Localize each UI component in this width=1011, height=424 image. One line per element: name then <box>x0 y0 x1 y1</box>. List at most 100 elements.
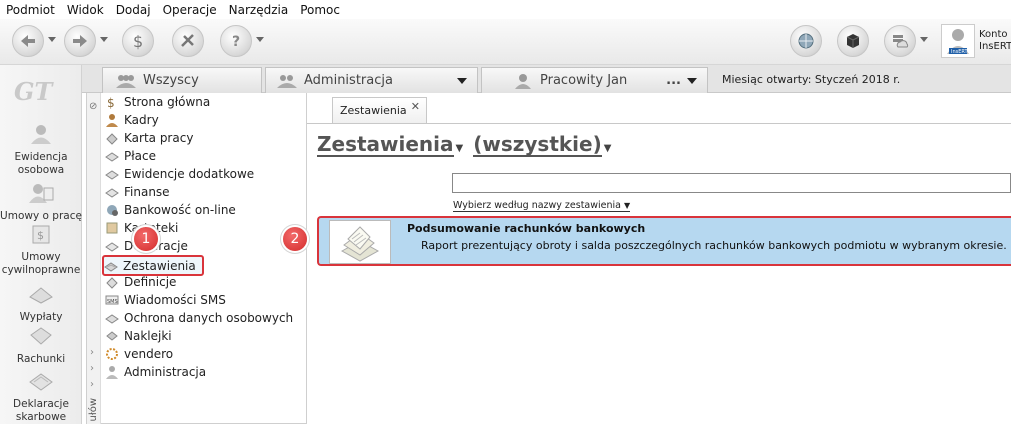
tree-item-finanse[interactable]: Finanse <box>105 183 170 201</box>
content-area: Zestawienia ✕ Zestawienia ▼ (wszystkie) … <box>307 93 1011 424</box>
open-month: Miesiąc otwarty: Styczeń 2018 r. <box>722 73 901 86</box>
menu-pomoc[interactable]: Pomoc <box>294 3 346 17</box>
tree-item-definicje[interactable]: Definicje <box>105 273 176 291</box>
svg-text:$: $ <box>107 96 115 109</box>
report-title: Podsumowanie rachunków bankowych <box>407 222 646 235</box>
chevron-down-icon[interactable] <box>256 37 264 42</box>
toolbar: $ ? InsERT Konto InsERT <box>0 19 1011 65</box>
report-description: Raport prezentujący obroty i salda poszc… <box>421 239 1007 252</box>
cloud-server-icon[interactable] <box>884 25 916 57</box>
bank-icon <box>107 205 118 216</box>
gear-icon <box>106 348 118 360</box>
tree-item-vendero[interactable]: vendero <box>105 345 173 363</box>
svg-text:$: $ <box>133 32 143 51</box>
forward-icon[interactable] <box>64 25 96 57</box>
tab-zestawienia[interactable]: Zestawienia ✕ <box>332 97 427 123</box>
svg-text:InsERT: InsERT <box>951 49 969 55</box>
chevron-down-icon[interactable] <box>457 77 467 84</box>
chevron-down-icon[interactable]: ▼ <box>456 143 464 154</box>
chevron-right-icon[interactable]: › <box>90 363 94 374</box>
search-mode-dropdown[interactable]: Wybierz według nazwy zestawienia ▼ <box>453 200 631 212</box>
menu-widok[interactable]: Widok <box>61 3 110 17</box>
tree-item-administracja[interactable]: Administracja <box>105 363 206 381</box>
chevron-down-icon[interactable] <box>100 37 108 42</box>
svg-text:$: $ <box>37 229 44 242</box>
timecard-icon <box>106 133 118 145</box>
menu-podmiot[interactable]: Podmiot <box>0 3 61 17</box>
salary-icon <box>105 152 119 162</box>
reports-category-dropdown[interactable]: Zestawienia <box>317 133 454 157</box>
account-name: InsERT <box>979 41 1011 52</box>
sms-icon: SMS <box>105 295 119 305</box>
account-label: Konto <box>979 29 1008 40</box>
page-title: Zestawienia ▼ (wszystkie) ▼ <box>317 133 621 157</box>
chevron-down-icon: ▼ <box>624 201 631 210</box>
nav-deklaracje-skarbowe[interactable]: Deklaracje skarbowe <box>0 370 82 424</box>
help-icon[interactable]: ? <box>220 25 252 57</box>
menu-dodaj[interactable]: Dodaj <box>110 3 157 17</box>
records-icon <box>105 170 119 180</box>
chevron-down-icon[interactable] <box>687 77 697 84</box>
cards-icon <box>106 222 118 234</box>
tree-item-bankowosc-online[interactable]: Bankowość on-line <box>105 201 236 219</box>
chevron-down-icon[interactable]: ▼ <box>604 143 612 154</box>
chevron-right-icon[interactable]: › <box>90 347 94 358</box>
labels-icon <box>106 331 118 341</box>
reports-icon <box>104 261 118 272</box>
reports-filter-dropdown[interactable]: (wszystkie) <box>473 133 602 157</box>
tree-item-kadry[interactable]: Kadry <box>105 111 159 129</box>
chevron-down-icon[interactable] <box>920 37 928 42</box>
menu-operacje[interactable]: Operacje <box>157 3 223 17</box>
contract-icon: $ <box>32 225 50 244</box>
tree-item-ewidencje-dodatkowe[interactable]: Ewidencje dodatkowe <box>105 165 254 183</box>
pin-icon[interactable]: ⊘ <box>89 101 97 112</box>
nav-umowy-o-prace[interactable]: Umowy o pracę <box>0 182 82 223</box>
close-icon[interactable]: ✕ <box>411 100 420 113</box>
tree-item-wiadomosci-sms[interactable]: SMS Wiadomości SMS <box>105 291 226 309</box>
chevron-down-icon[interactable] <box>48 37 56 42</box>
report-search-input[interactable] <box>452 173 1011 193</box>
tree-item-place[interactable]: Płace <box>105 147 156 165</box>
finance-icon <box>105 188 119 198</box>
person-icon <box>31 125 51 144</box>
nav-ewidencja-osobowa[interactable]: Ewidencja osobowa <box>0 123 82 177</box>
declaration-icon <box>29 373 53 391</box>
tab-divider <box>307 123 1011 124</box>
avatar[interactable]: InsERT <box>941 24 975 58</box>
report-thumbnail <box>329 220 391 264</box>
globe-icon[interactable] <box>790 25 822 57</box>
back-icon[interactable] <box>12 25 44 57</box>
cash-icon[interactable]: $ <box>122 25 154 57</box>
tree-item-strona-glowna[interactable]: $ Strona główna <box>105 93 210 111</box>
tree-item-naklejki[interactable]: Naklejki <box>105 327 172 345</box>
admin-icon <box>106 366 118 379</box>
nav-wyplaty[interactable]: Wypłaty <box>0 283 82 324</box>
account-area[interactable]: InsERT Konto InsERT <box>941 24 1011 58</box>
nav-rachunki[interactable]: Rachunki <box>0 325 82 366</box>
menu-narzedzia[interactable]: Narzędzia <box>223 3 295 17</box>
app-logo: GT <box>14 77 53 106</box>
bill-icon <box>30 327 52 345</box>
tab-all-employees[interactable]: Wszyscy <box>102 67 262 93</box>
tab-admin-label: Administracja <box>304 73 393 88</box>
data-protection-icon <box>105 314 119 324</box>
home-icon: $ <box>107 96 115 109</box>
report-item-bank-summary[interactable]: Podsumowanie rachunków bankowych Raport … <box>317 216 1011 266</box>
tab-all-label: Wszyscy <box>143 73 199 88</box>
annotation-badge-1: 1 <box>134 227 158 251</box>
tree-item-ochrona-danych[interactable]: Ochrona danych osobowych <box>105 309 293 327</box>
svg-text:SMS: SMS <box>107 299 118 305</box>
nav-umowy-cywilnoprawne[interactable]: $ Umowy cywilnoprawne <box>0 223 82 277</box>
tools-icon[interactable] <box>172 25 204 57</box>
person-icon <box>515 73 531 89</box>
tree-item-karta-pracy[interactable]: Karta pracy <box>105 129 193 147</box>
module-nav: GT Ewidencja osobowa Umowy o pracę $ Umo… <box>0 65 82 424</box>
chevron-right-icon[interactable]: › <box>90 379 94 390</box>
tab-employee[interactable]: Pracowity Jan ... <box>481 67 708 93</box>
more-icon[interactable]: ... <box>666 73 681 88</box>
cube-icon[interactable] <box>837 25 869 57</box>
tab-admin[interactable]: Administracja <box>265 67 478 93</box>
open-month-value: Styczeń 2018 r. <box>814 73 901 86</box>
people-icon <box>277 74 297 88</box>
svg-text:?: ? <box>232 34 240 50</box>
